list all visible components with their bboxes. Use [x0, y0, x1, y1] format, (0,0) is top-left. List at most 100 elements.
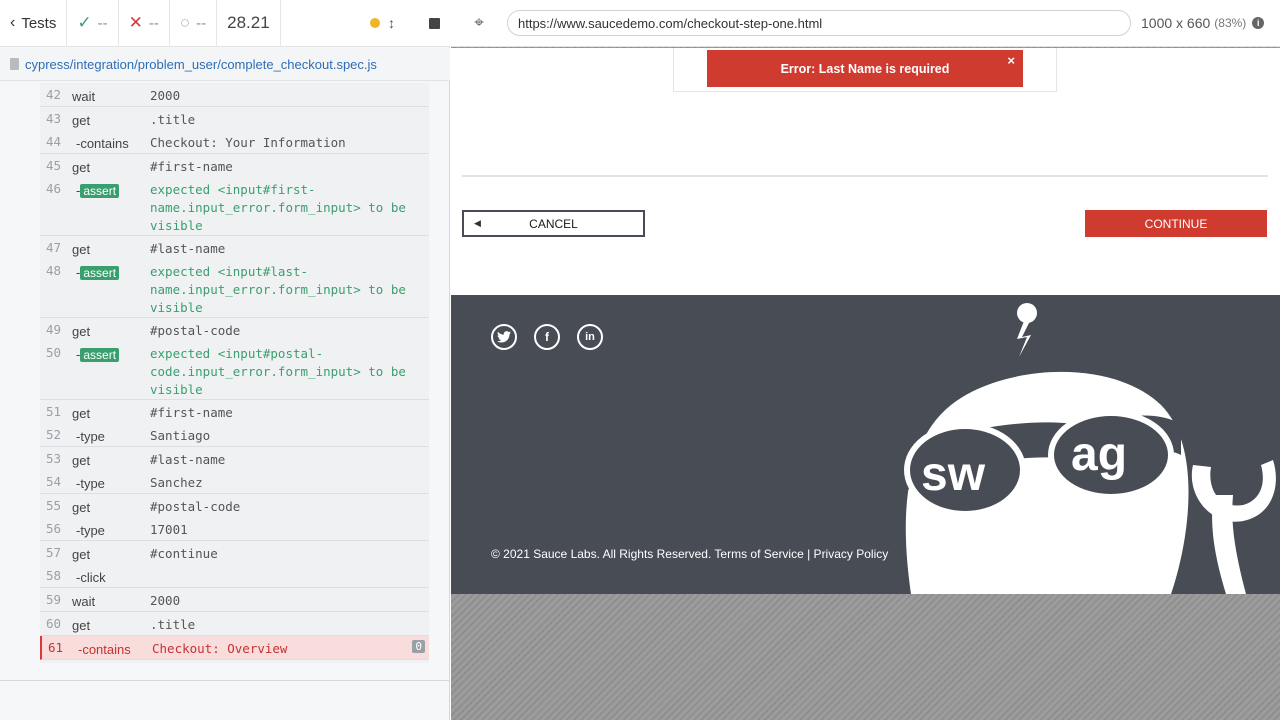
command-row[interactable]: 43 get .title 44 -contains Checkout: Your Inf… [40, 107, 429, 154]
command-number: 60 [46, 616, 62, 631]
command-row[interactable]: 49 get #postal-code 50 - assert expected <inpu… [40, 318, 429, 400]
continue-button[interactable]: CONTINUE [1085, 210, 1267, 237]
command-row[interactable]: 42 wait 2000 [40, 83, 429, 107]
command-number: 54 [46, 474, 62, 489]
command-row[interactable]: 59 wait 2000 [40, 588, 429, 612]
twitter-icon[interactable] [491, 324, 517, 350]
checkout-page: Error: Last Name is required × ◀ CANCEL … [451, 48, 1280, 594]
tests-button[interactable]: ‹ Tests [0, 0, 68, 46]
footer-copyright: © 2021 Sauce Labs. All Rights Reserved. … [491, 547, 889, 561]
command-group: 61 -contains Checkout: Overview [42, 636, 429, 659]
command-message: #postal-code [150, 323, 241, 338]
command-name: -click [76, 570, 106, 585]
command-line: 43 get .title [40, 107, 429, 130]
command-message: Checkout: Overview [152, 641, 288, 656]
command-name: wait [72, 89, 96, 104]
command-line: 45 get #first-name [40, 154, 429, 177]
command-number: 53 [46, 451, 62, 466]
command-line: 61 -contains Checkout: Overview [42, 636, 429, 659]
command-row[interactable]: 45 get #first-name 46 - assert expected <input… [40, 154, 429, 236]
command-name: -type [76, 523, 105, 538]
command-number: 50 [46, 345, 62, 360]
command-number: 51 [46, 404, 62, 419]
mascot-text-sw: sw [921, 448, 986, 501]
command-message: .title [150, 617, 196, 632]
command-line: 58 -click [40, 564, 429, 587]
command-group: 59 wait 2000 [40, 588, 429, 611]
command-message: expected <input#last-name.input_error.fo… [150, 264, 406, 315]
facebook-icon[interactable]: f [534, 324, 560, 350]
error-message: Error: Last Name is required × [707, 50, 1023, 87]
command-line: 52 -type Santiago [40, 423, 429, 446]
close-icon[interactable]: × [1007, 53, 1015, 68]
command-number: 48 [46, 263, 62, 278]
linkedin-icon[interactable]: in [577, 324, 603, 350]
command-row[interactable]: 55 get #postal-code 56 -type 17001 [40, 494, 429, 541]
failed-count: -- [148, 14, 159, 32]
duration: 28.21 [217, 0, 281, 46]
file-icon [10, 58, 19, 70]
command-name: get [72, 242, 91, 257]
command-name: get [72, 500, 91, 515]
cancel-button[interactable]: ◀ CANCEL [462, 210, 645, 237]
command-line: 51 get #first-name [40, 400, 429, 423]
reporter-header: ‹ Tests ✓ -- ✕ -- ○ -- 28.21 ↕ [0, 0, 450, 47]
command-row[interactable]: 57 get #continue 58 -click [40, 541, 429, 588]
spec-path-link[interactable]: cypress/integration/problem_user/complet… [25, 57, 377, 72]
command-name: get [72, 618, 91, 633]
command-number: 61 [48, 640, 64, 655]
command-line: 60 get .title [40, 612, 429, 635]
command-name: -contains [78, 642, 131, 657]
assert-badge: assert [80, 184, 120, 198]
cancel-label: CANCEL [529, 216, 578, 231]
command-line: 59 wait 2000 [40, 588, 429, 611]
selector-playground-icon[interactable]: ⌖ [451, 13, 507, 33]
command-row[interactable]: 53 get #last-name 54 -type Sanchez [40, 447, 429, 494]
auto-scroll-toggle-icon[interactable]: ↕ [388, 15, 395, 31]
check-icon: ✓ [77, 13, 92, 32]
assert-badge: assert [80, 348, 120, 362]
mascot-text-ag: ag [1071, 428, 1127, 481]
command-name: get [72, 113, 91, 128]
failed-stat: ✕ -- [119, 0, 170, 46]
command-name: get [72, 406, 91, 421]
separator [462, 175, 1268, 177]
stop-button[interactable] [429, 17, 440, 29]
back-arrow-icon: ◀ [474, 218, 481, 228]
viewport-info[interactable]: 1000 x 660 (83%) i [1141, 15, 1265, 31]
command-name: get [72, 324, 91, 339]
continue-label: CONTINUE [1144, 216, 1208, 231]
pending-stat: ○ -- [170, 0, 218, 46]
command-number: 43 [46, 111, 62, 126]
command-message: 17001 [150, 522, 188, 537]
viewport-size: 1000 x 660 [1141, 15, 1211, 31]
command-group: 47 get #last-name 48 - assert expected <input#… [40, 236, 429, 317]
command-name: get [72, 453, 91, 468]
command-row[interactable]: 51 get #first-name 52 -type Santiago [40, 400, 429, 447]
command-message: #postal-code [150, 499, 241, 514]
failure-count-badge: 0 [412, 640, 425, 653]
command-number: 49 [46, 322, 62, 337]
command-row[interactable]: 60 get .title [40, 612, 429, 636]
command-line: 53 get #last-name [40, 447, 429, 470]
url-field[interactable] [507, 10, 1131, 36]
command-name: -type [76, 429, 105, 444]
command-line: 42 wait 2000 [40, 83, 429, 106]
command-number: 46 [46, 181, 62, 196]
command-message: Checkout: Your Information [150, 135, 346, 150]
command-number: 56 [46, 521, 62, 536]
command-name: get [72, 160, 91, 175]
command-name: get [72, 547, 91, 562]
command-group: 57 get #continue 58 -click [40, 541, 429, 587]
assert-badge: assert [80, 266, 120, 280]
command-message: Sanchez [150, 475, 203, 490]
command-name: wait [72, 594, 96, 609]
command-line: 49 get #postal-code [40, 318, 429, 341]
command-line: 46 - assert expected <input#first-name.inpu… [40, 177, 429, 235]
swag-robot-illustration: sw ag [889, 303, 1276, 594]
command-number: 55 [46, 498, 62, 513]
aut-header: ⌖ 1000 x 660 (83%) i [451, 0, 1280, 47]
command-row[interactable]: 47 get #last-name 48 - assert expected <input#… [40, 236, 429, 318]
command-message: #first-name [150, 405, 233, 420]
failed-command-row[interactable]: 61 -contains Checkout: Overview 0 [40, 636, 429, 660]
